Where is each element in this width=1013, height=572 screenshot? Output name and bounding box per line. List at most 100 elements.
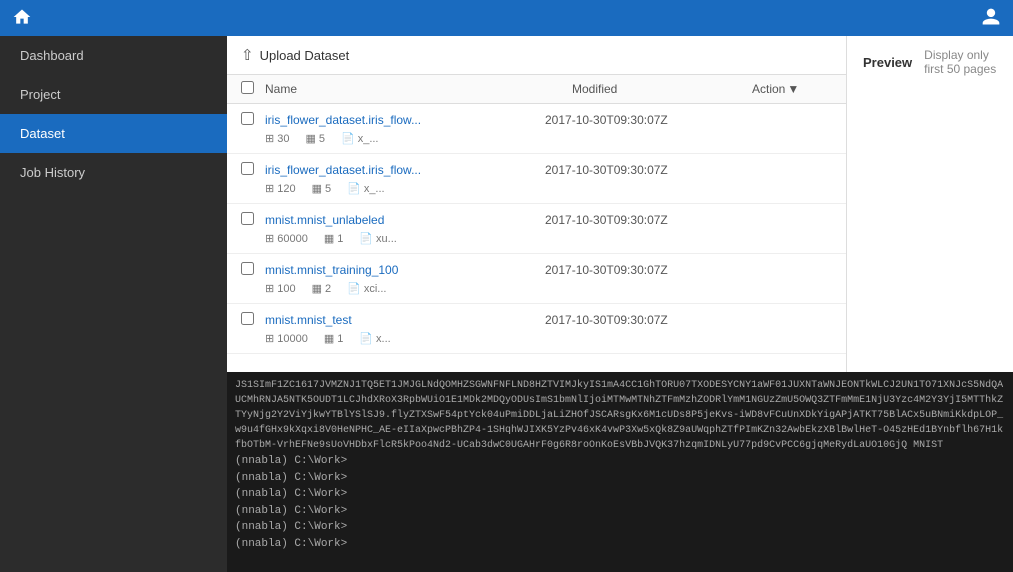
- dataset-modified: 2017-10-30T09:30:07Z: [545, 163, 725, 177]
- terminal-line: (nnabla) C:\Work>: [235, 453, 1005, 470]
- action-sort-icon: ▼: [787, 82, 799, 96]
- meta-value: xu...: [376, 233, 397, 245]
- meta-item: ⊞10000: [265, 332, 308, 345]
- dataset-panel: ⇧ Upload Dataset Name Modified Action ▼: [227, 36, 847, 372]
- dataset-row[interactable]: iris_flower_dataset.iris_flow...2017-10-…: [227, 104, 846, 154]
- header-action: Action ▼: [752, 82, 832, 96]
- header-name: Name: [265, 82, 572, 96]
- header-check: [241, 81, 265, 97]
- upload-label: Upload Dataset: [260, 48, 350, 63]
- file-icon: 📄: [347, 282, 361, 295]
- main-layout: Dashboard Project Dataset Job History ⇧ …: [0, 36, 1013, 572]
- dataset-modified: 2017-10-30T09:30:07Z: [545, 113, 725, 127]
- meta-item: 📄x_...: [347, 182, 385, 195]
- sidebar: Dashboard Project Dataset Job History: [0, 36, 227, 572]
- file-icon: 📄: [341, 132, 355, 145]
- meta-value: 100: [277, 283, 295, 295]
- meta-value: 5: [319, 133, 325, 145]
- meta-item: 📄x_...: [341, 132, 379, 145]
- terminal-prompt: (nnabla) C:\Work>: [235, 488, 347, 500]
- dataset-name: mnist.mnist_test: [265, 313, 545, 327]
- file-icon: 📄: [359, 232, 373, 245]
- row-checkbox[interactable]: [241, 262, 254, 275]
- columns-icon: ▦: [312, 282, 322, 295]
- select-all-checkbox[interactable]: [241, 81, 254, 94]
- dataset-name: mnist.mnist_training_100: [265, 263, 545, 277]
- meta-value: 1: [337, 333, 343, 345]
- meta-value: 120: [277, 183, 295, 195]
- sidebar-item-job-history[interactable]: Job History: [0, 153, 227, 192]
- file-icon: 📄: [347, 182, 361, 195]
- row-checkbox[interactable]: [241, 112, 254, 125]
- row-checkbox[interactable]: [241, 162, 254, 175]
- meta-item: ⊞120: [265, 182, 296, 195]
- upload-icon: ⇧: [241, 46, 254, 64]
- sidebar-item-dataset[interactable]: Dataset: [0, 114, 227, 153]
- meta-value: 5: [325, 183, 331, 195]
- terminal-prompt: (nnabla) C:\Work>: [235, 521, 347, 533]
- meta-value: x...: [376, 333, 391, 345]
- toolbar: ⇧ Upload Dataset: [227, 36, 846, 75]
- terminal-prompt: (nnabla) C:\Work>: [235, 538, 347, 550]
- dataset-name: iris_flower_dataset.iris_flow...: [265, 113, 545, 127]
- dataset-name: mnist.mnist_unlabeled: [265, 213, 545, 227]
- meta-value: 30: [277, 133, 289, 145]
- meta-item: 📄xu...: [359, 232, 397, 245]
- meta-value: 10000: [277, 333, 308, 345]
- sidebar-item-dashboard[interactable]: Dashboard: [0, 36, 227, 75]
- terminal-prompt: (nnabla) C:\Work>: [235, 472, 347, 484]
- table-icon: ⊞: [265, 232, 274, 245]
- dataset-list: iris_flower_dataset.iris_flow...2017-10-…: [227, 104, 846, 372]
- meta-item: ▦2: [312, 282, 332, 295]
- terminal-prompt: (nnabla) C:\Work>: [235, 505, 347, 517]
- home-icon[interactable]: [12, 7, 32, 30]
- terminal-line: (nnabla) C:\Work>: [235, 470, 1005, 487]
- meta-value: x_...: [358, 133, 379, 145]
- meta-item: ⊞30: [265, 132, 289, 145]
- dataset-name: iris_flower_dataset.iris_flow...: [265, 163, 545, 177]
- preview-note: Display only first 50 pages: [924, 48, 997, 76]
- upload-dataset-button[interactable]: ⇧ Upload Dataset: [241, 46, 349, 64]
- content-area: ⇧ Upload Dataset Name Modified Action ▼: [227, 36, 1013, 572]
- table-icon: ⊞: [265, 132, 274, 145]
- preview-panel: Preview Display only first 50 pages: [847, 36, 1013, 372]
- header-modified: Modified: [572, 82, 752, 96]
- preview-header: Preview Display only first 50 pages: [863, 48, 997, 76]
- meta-item: ▦5: [305, 132, 325, 145]
- terminal-line: (nnabla) C:\Work>: [235, 503, 1005, 520]
- terminal-line: (nnabla) C:\Work>: [235, 519, 1005, 536]
- meta-item: ⊞100: [265, 282, 296, 295]
- top-nav: [0, 0, 1013, 36]
- meta-item: ▦1: [324, 232, 344, 245]
- columns-icon: ▦: [312, 182, 322, 195]
- table-header: Name Modified Action ▼: [227, 75, 846, 104]
- dataset-row[interactable]: iris_flower_dataset.iris_flow...2017-10-…: [227, 154, 846, 204]
- dataset-row[interactable]: mnist.mnist_unlabeled2017-10-30T09:30:07…: [227, 204, 846, 254]
- row-checkbox[interactable]: [241, 212, 254, 225]
- dataset-modified: 2017-10-30T09:30:07Z: [545, 263, 725, 277]
- terminal-line: (nnabla) C:\Work>: [235, 486, 1005, 503]
- row-checkbox[interactable]: [241, 312, 254, 325]
- table-icon: ⊞: [265, 282, 274, 295]
- meta-value: 1: [337, 233, 343, 245]
- columns-icon: ▦: [324, 332, 334, 345]
- upper-panel: ⇧ Upload Dataset Name Modified Action ▼: [227, 36, 1013, 372]
- terminal-line: JS1SImF1ZC1617JVMZNJ1TQ5ET1JMJGLNdQOMHZS…: [235, 378, 1005, 453]
- table-icon: ⊞: [265, 182, 274, 195]
- dataset-row[interactable]: mnist.mnist_training_1002017-10-30T09:30…: [227, 254, 846, 304]
- preview-title: Preview: [863, 55, 912, 70]
- meta-item: ▦5: [312, 182, 332, 195]
- dataset-row[interactable]: mnist.mnist_test2017-10-30T09:30:07Z ⊞100…: [227, 304, 846, 354]
- meta-item: ▦1: [324, 332, 344, 345]
- columns-icon: ▦: [324, 232, 334, 245]
- meta-item: 📄xci...: [347, 282, 386, 295]
- file-icon: 📄: [359, 332, 373, 345]
- meta-value: xci...: [364, 283, 387, 295]
- dataset-modified: 2017-10-30T09:30:07Z: [545, 313, 725, 327]
- meta-item: ⊞60000: [265, 232, 308, 245]
- meta-item: 📄x...: [359, 332, 390, 345]
- sidebar-item-project[interactable]: Project: [0, 75, 227, 114]
- user-icon[interactable]: [981, 7, 1001, 30]
- columns-icon: ▦: [305, 132, 315, 145]
- terminal-panel: JS1SImF1ZC1617JVMZNJ1TQ5ET1JMJGLNdQOMHZS…: [227, 372, 1013, 572]
